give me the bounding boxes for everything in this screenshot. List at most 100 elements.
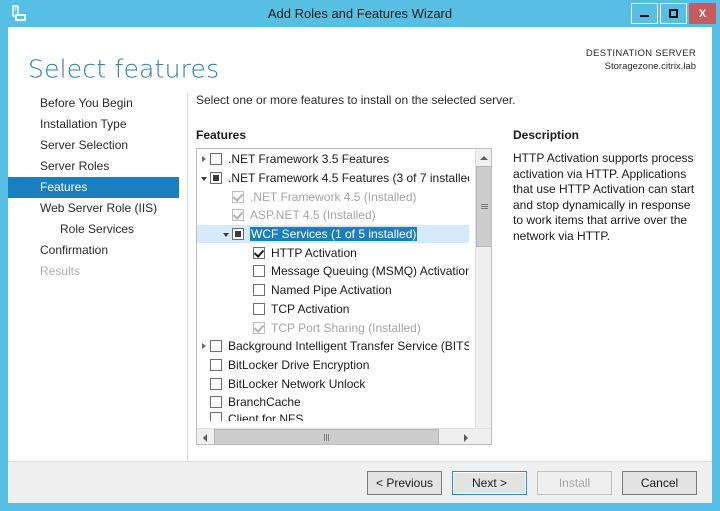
page-header: Select features DESTINATION SERVER Stora…: [8, 27, 712, 85]
nav-item-label: Server Roles: [40, 159, 110, 173]
tree-row[interactable]: TCP Port Sharing (Installed): [197, 318, 469, 337]
tree-row-label: ASP.NET 4.5 (Installed): [250, 208, 376, 223]
checkbox-partial[interactable]: [232, 228, 244, 241]
nav-divider: [187, 93, 188, 475]
checkbox-unchecked[interactable]: [210, 396, 222, 409]
checkbox-checked-disabled: [253, 321, 265, 334]
close-button[interactable]: X: [689, 3, 716, 24]
checkbox-unchecked[interactable]: [253, 302, 265, 315]
instruction-text: Select one or more features to install o…: [196, 93, 516, 107]
destination-server-block: DESTINATION SERVER Storagezone.citrix.la…: [586, 47, 696, 74]
tree-row-label: .NET Framework 3.5 Features: [228, 152, 390, 167]
checkbox-unchecked[interactable]: [210, 340, 222, 353]
window-title: Add Roles and Features Wizard: [267, 6, 453, 21]
vertical-scroll-thumb[interactable]: [476, 166, 491, 247]
tree-row[interactable]: BranchCache: [197, 393, 469, 412]
nav-item-features[interactable]: Features: [8, 177, 179, 198]
checkbox-unchecked[interactable]: [210, 411, 222, 421]
nav-item-server-roles[interactable]: Server Roles: [8, 156, 179, 177]
checkbox-unchecked[interactable]: [210, 153, 222, 166]
tree-row[interactable]: Background Intelligent Transfer Service …: [197, 337, 469, 356]
tree-vertical-scrollbar[interactable]: [475, 149, 491, 444]
install-button: Install: [537, 471, 612, 495]
maximize-button[interactable]: [660, 3, 687, 24]
destination-server-label: DESTINATION SERVER: [585, 48, 696, 59]
tree-row-label: BitLocker Network Unlock: [228, 376, 366, 391]
features-header: Features: [196, 128, 247, 142]
nav-item-server-selection[interactable]: Server Selection: [8, 135, 179, 156]
description-text: HTTP Activation supports process activat…: [513, 151, 695, 243]
features-column: Features .NET Framework 3.5 Features .NET…: [196, 128, 492, 445]
tree-row-label: Client for NFS: [228, 411, 304, 421]
tree-row[interactable]: BitLocker Network Unlock: [197, 374, 469, 393]
horizontal-scroll-thumb[interactable]: [214, 429, 439, 444]
wizard-steps-nav: Before You Begin Installation Type Server …: [8, 93, 179, 282]
nav-item-label: Features: [40, 180, 88, 194]
chevron-right-icon[interactable]: [197, 150, 210, 168]
nav-item-before-you-begin[interactable]: Before You Begin: [8, 93, 179, 114]
tree-row[interactable]: ASP.NET 4.5 (Installed): [197, 206, 469, 225]
tree-row[interactable]: Client for NFS: [197, 411, 469, 421]
minimize-button[interactable]: [631, 3, 658, 24]
nav-item-results: Results: [8, 261, 179, 282]
scroll-right-icon[interactable]: [458, 429, 474, 444]
cancel-button[interactable]: Cancel: [622, 471, 697, 495]
description-column: Description HTTP Activation supports pro…: [513, 128, 698, 244]
nav-item-label: Results: [40, 264, 81, 278]
tree-row-label: Message Queuing (MSMQ) Activation: [271, 264, 469, 279]
tree-horizontal-scrollbar[interactable]: [197, 428, 491, 444]
checkbox-checked[interactable]: [253, 246, 265, 259]
description-header: Description: [513, 128, 580, 142]
scroll-left-icon[interactable]: [197, 429, 213, 444]
tree-row-label: Background Intelligent Transfer Service …: [228, 339, 469, 354]
tree-row[interactable]: Message Queuing (MSMQ) Activation: [197, 262, 469, 281]
tree-row[interactable]: .NET Framework 3.5 Features: [197, 150, 469, 169]
nav-item-role-services[interactable]: Role Services: [8, 219, 179, 240]
tree-row-label: TCP Port Sharing (Installed): [271, 320, 421, 335]
checkbox-unchecked[interactable]: [253, 284, 265, 297]
chevron-down-icon[interactable]: [197, 169, 210, 187]
checkbox-unchecked[interactable]: [210, 377, 222, 390]
features-tree[interactable]: .NET Framework 3.5 Features .NET Framewor…: [196, 148, 492, 445]
tree-row[interactable]: Named Pipe Activation: [197, 281, 469, 300]
footer-buttons: < Previous Next > Install Cancel: [367, 471, 697, 495]
window-controls: X: [631, 3, 716, 24]
chevron-down-icon[interactable]: [219, 225, 232, 243]
chevron-right-icon[interactable]: [197, 337, 210, 355]
nav-item-label: Web Server Role (IIS): [40, 201, 158, 215]
checkbox-checked-disabled: [232, 190, 244, 203]
tree-row[interactable]: BitLocker Drive Encryption: [197, 356, 469, 375]
tree-row-label: HTTP Activation: [271, 245, 357, 260]
tree-row-label: .NET Framework 4.5 (Installed): [250, 189, 417, 204]
nav-item-installation-type[interactable]: Installation Type: [8, 114, 179, 135]
tree-row[interactable]: .NET Framework 4.5 Features (3 of 7 inst…: [197, 169, 469, 188]
tree-row[interactable]: TCP Activation: [197, 300, 469, 319]
tree-row-label: Named Pipe Activation: [271, 283, 392, 298]
tree-row-label: TCP Activation: [271, 301, 350, 316]
tree-row[interactable]: HTTP Activation: [197, 243, 469, 262]
wizard-window: Add Roles and Features Wizard X Select f…: [0, 0, 720, 511]
checkbox-unchecked[interactable]: [210, 358, 222, 371]
nav-item-label: Server Selection: [40, 138, 129, 152]
checkbox-unchecked[interactable]: [253, 265, 265, 278]
nav-item-label: Before You Begin: [40, 96, 133, 110]
nav-item-web-server-role-iis[interactable]: Web Server Role (IIS): [8, 198, 179, 219]
nav-item-label: Role Services: [60, 222, 135, 236]
scroll-up-icon[interactable]: [476, 149, 491, 166]
scrollbar-corner: [475, 429, 491, 444]
previous-button[interactable]: < Previous: [367, 471, 442, 495]
tree-row[interactable]: .NET Framework 4.5 (Installed): [197, 187, 469, 206]
tree-row[interactable]: WCF Services (1 of 5 installed): [197, 224, 469, 244]
main-content: Select one or more features to install o…: [196, 93, 696, 448]
nav-item-confirmation[interactable]: Confirmation: [8, 240, 179, 261]
next-button[interactable]: Next >: [452, 471, 527, 495]
checkbox-partial[interactable]: [210, 172, 222, 185]
